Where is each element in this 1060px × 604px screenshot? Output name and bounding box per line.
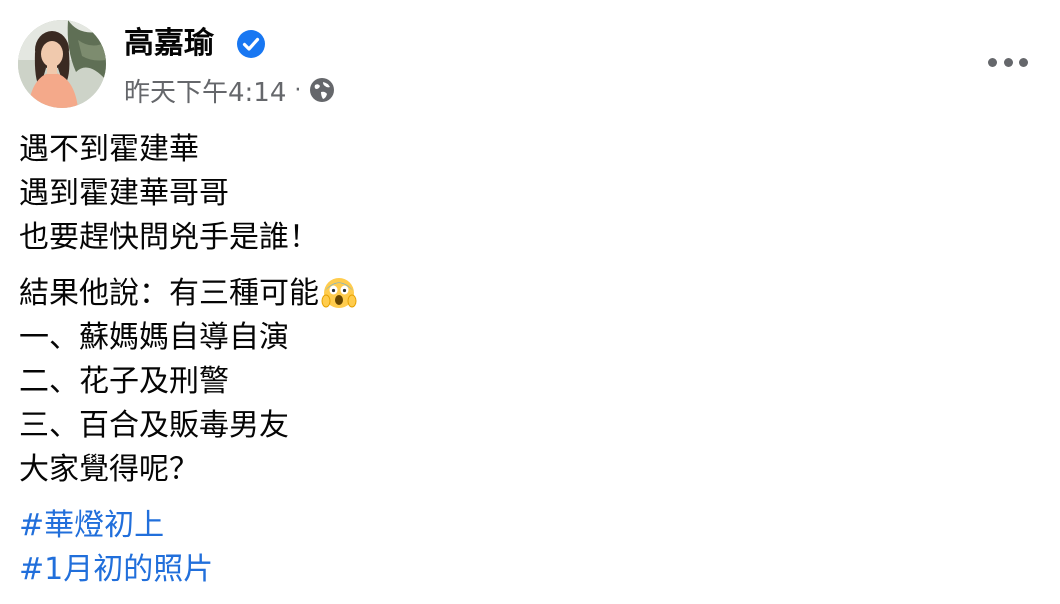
post-text-line: 大家覺得呢？ bbox=[19, 452, 199, 487]
more-dot bbox=[988, 57, 997, 67]
post-paragraph: 結果他說：有三種可能 一、蘇媽媽自導自演 二、花子及刑警 三、百合及販毒男友 大… bbox=[19, 272, 1039, 492]
hashtag-link[interactable]: #華燈初上 bbox=[19, 504, 1039, 548]
more-dot bbox=[1019, 57, 1028, 67]
more-options-button[interactable] bbox=[988, 50, 1028, 74]
post-text-line-with-emoji: 結果他說：有三種可能 bbox=[19, 272, 1039, 316]
post-meta: 昨天下午4:14 · bbox=[124, 72, 335, 108]
post-text-line: 二、花子及刑警 bbox=[19, 364, 229, 399]
globe-icon[interactable] bbox=[309, 77, 335, 103]
post-timestamp[interactable]: 昨天下午4:14 bbox=[124, 72, 286, 109]
avatar[interactable] bbox=[18, 20, 106, 108]
meta-separator: · bbox=[294, 77, 302, 103]
post-text-line: 三、百合及販毒男友 bbox=[19, 408, 289, 443]
verified-badge-icon bbox=[237, 30, 265, 58]
post-body: 遇不到霍建華 遇到霍建華哥哥 也要趕快問兇手是誰！ 結果他說：有三種可能 一、蘇… bbox=[19, 128, 1039, 604]
post-text-line: 遇到霍建華哥哥 bbox=[19, 176, 229, 211]
post-hashtags: #華燈初上 #1月初的照片 bbox=[19, 504, 1039, 592]
post-text-line: 一、蘇媽媽自導自演 bbox=[19, 320, 289, 355]
more-dot bbox=[1003, 57, 1013, 67]
post-text: 結果他說：有三種可能 bbox=[19, 276, 319, 311]
post-header: 高嘉瑜 昨天下午4:14 · bbox=[18, 20, 1042, 112]
post-text-line: 也要趕快問兇手是誰！ bbox=[19, 220, 319, 255]
screaming-face-emoji bbox=[321, 278, 357, 308]
hashtag-link[interactable]: #1月初的照片 bbox=[19, 548, 1039, 592]
avatar-photo bbox=[18, 20, 106, 108]
post-text-line: 遇不到霍建華 bbox=[19, 132, 199, 167]
author-name[interactable]: 高嘉瑜 bbox=[124, 24, 214, 64]
post-paragraph: 遇不到霍建華 遇到霍建華哥哥 也要趕快問兇手是誰！ bbox=[19, 128, 1039, 260]
